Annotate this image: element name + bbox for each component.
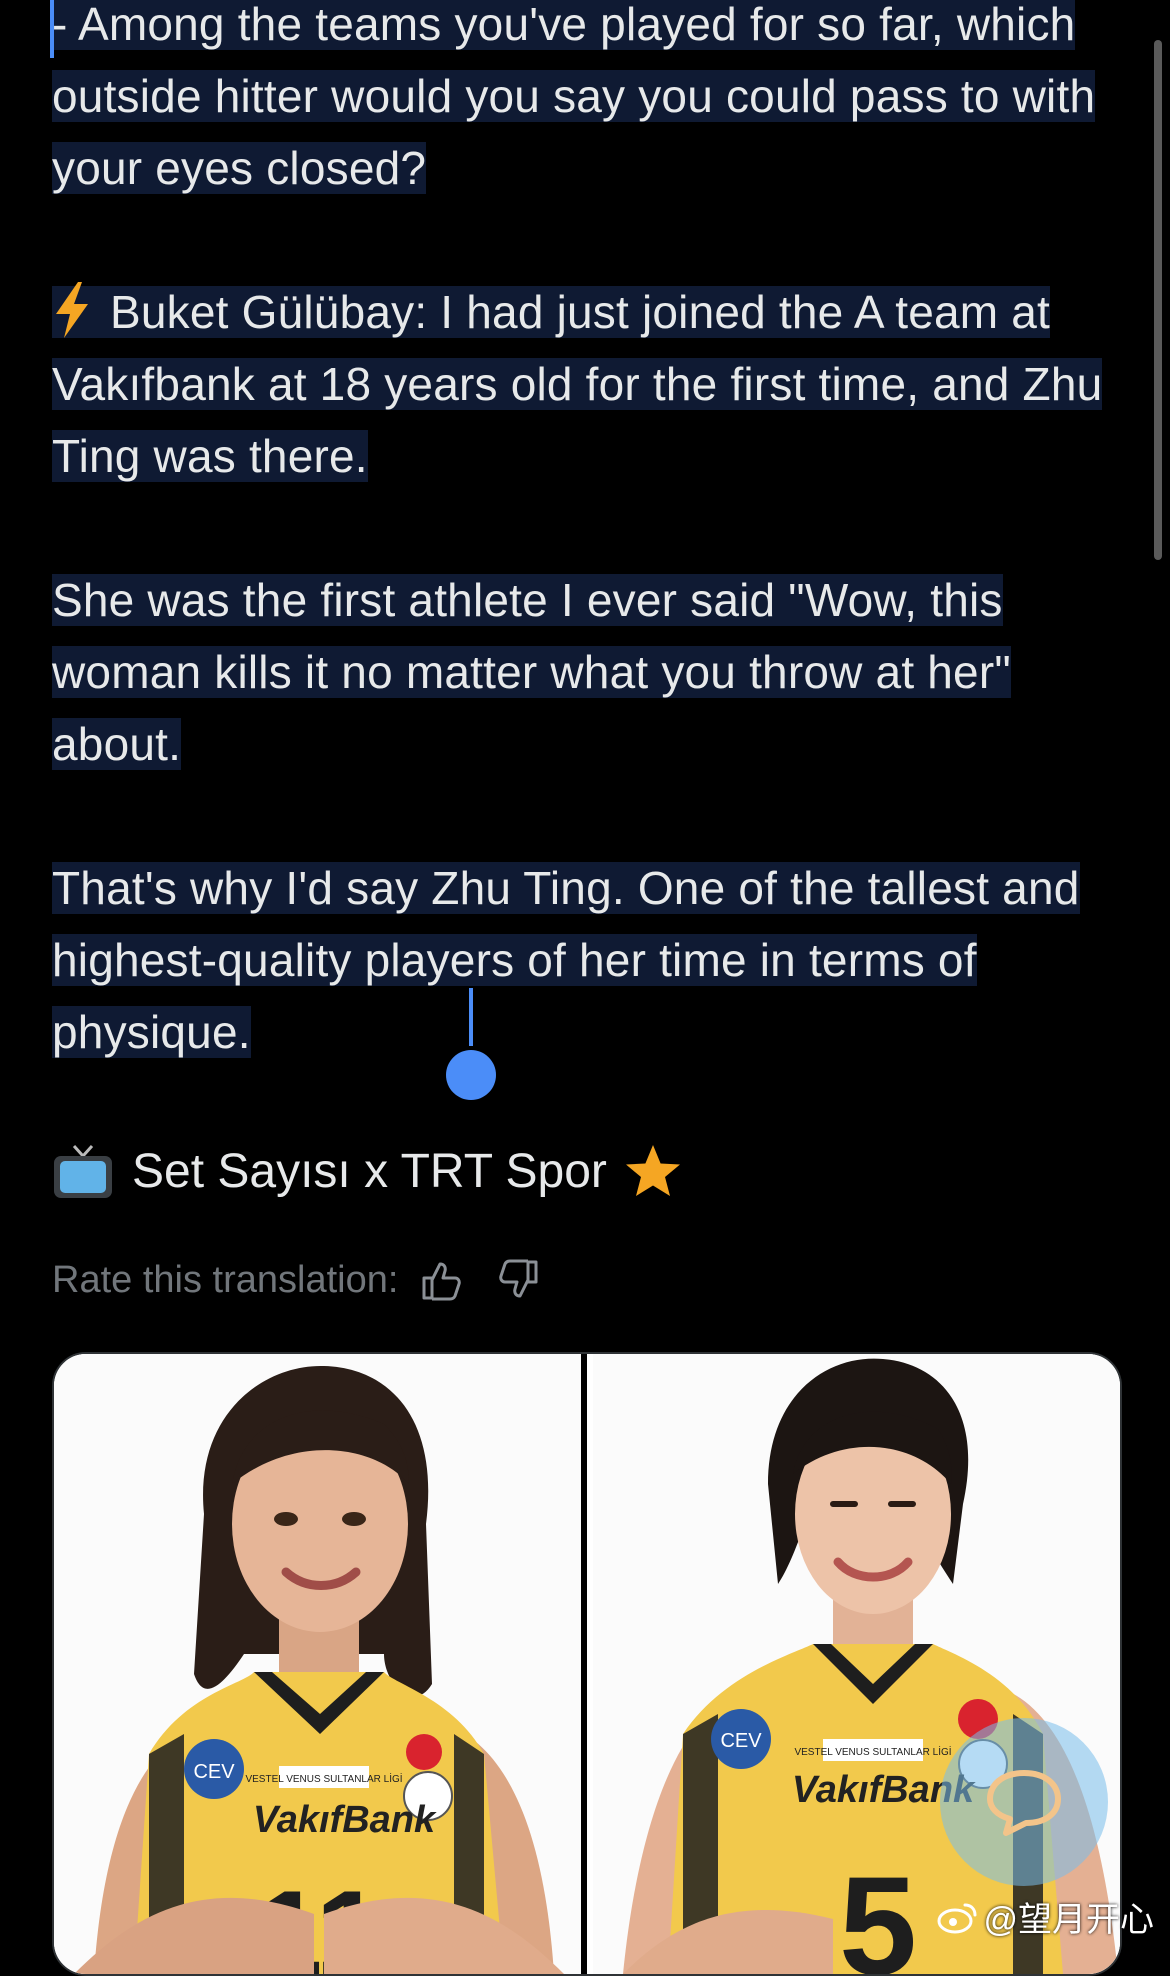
chat-bubble-button[interactable] [940, 1718, 1108, 1886]
watermark: @望月开心 [937, 1892, 1154, 1941]
source-credit: Set Sayısı x TRT Spor [52, 1140, 683, 1204]
paragraph-quote: She was the first athlete I ever said "W… [52, 564, 1122, 780]
selection-start-cursor[interactable] [50, 0, 54, 58]
rate-label: Rate this translation: [52, 1258, 399, 1301]
media-grid[interactable]: CEV VESTEL VENUS SULTANLAR LİGİ VakıfBan… [52, 1352, 1122, 1976]
jersey-brand: VakıfBank [253, 1799, 437, 1841]
selection-handle[interactable] [446, 1050, 496, 1100]
sponsor-label: VESTEL VENUS SULTANLAR LİGİ [245, 1772, 402, 1785]
thumbs-down-icon[interactable] [496, 1258, 540, 1302]
sponsor-label: VESTEL VENUS SULTANLAR LİGİ [794, 1745, 951, 1758]
watermark-text: @望月开心 [983, 1901, 1154, 1939]
television-icon [54, 1144, 112, 1198]
weibo-icon [937, 1903, 977, 1933]
media-divider [581, 1354, 587, 1974]
chat-bubble-icon [987, 1770, 1061, 1836]
cev-badge: CEV [193, 1761, 235, 1783]
selected-text: Buket Gülübay: I had just joined the A t… [52, 282, 1103, 482]
source-text: Set Sayısı x TRT Spor [132, 1145, 607, 1198]
selection-end-cursor[interactable] [469, 988, 473, 1046]
paragraph-conclusion: That's why I'd say Zhu Ting. One of the … [52, 852, 1122, 1068]
scrollbar[interactable] [1154, 40, 1162, 560]
jersey-number: 5 [839, 1847, 917, 1974]
selected-text: That's why I'd say Zhu Ting. One of the … [52, 862, 1080, 1058]
player-portrait-left: CEV VESTEL VENUS SULTANLAR LİGİ VakıfBan… [54, 1354, 582, 1974]
cev-badge: CEV [720, 1730, 762, 1752]
star-icon [625, 1145, 680, 1196]
paragraph-answer: Buket Gülübay: I had just joined the A t… [52, 276, 1122, 492]
selected-text: She was the first athlete I ever said "W… [52, 574, 1011, 770]
post-text[interactable]: - Among the teams you've played for so f… [52, 0, 1122, 1140]
paragraph-question: - Among the teams you've played for so f… [52, 0, 1122, 204]
thumbs-up-icon[interactable] [420, 1258, 464, 1302]
translation-rating: Rate this translation: [52, 1258, 540, 1302]
lightning-icon [56, 282, 88, 338]
answer-text: Buket Gülübay: I had just joined the A t… [52, 286, 1103, 482]
selected-text: - Among the teams you've played for so f… [52, 0, 1096, 194]
photo-player-left[interactable]: CEV VESTEL VENUS SULTANLAR LİGİ VakıfBan… [54, 1354, 582, 1974]
